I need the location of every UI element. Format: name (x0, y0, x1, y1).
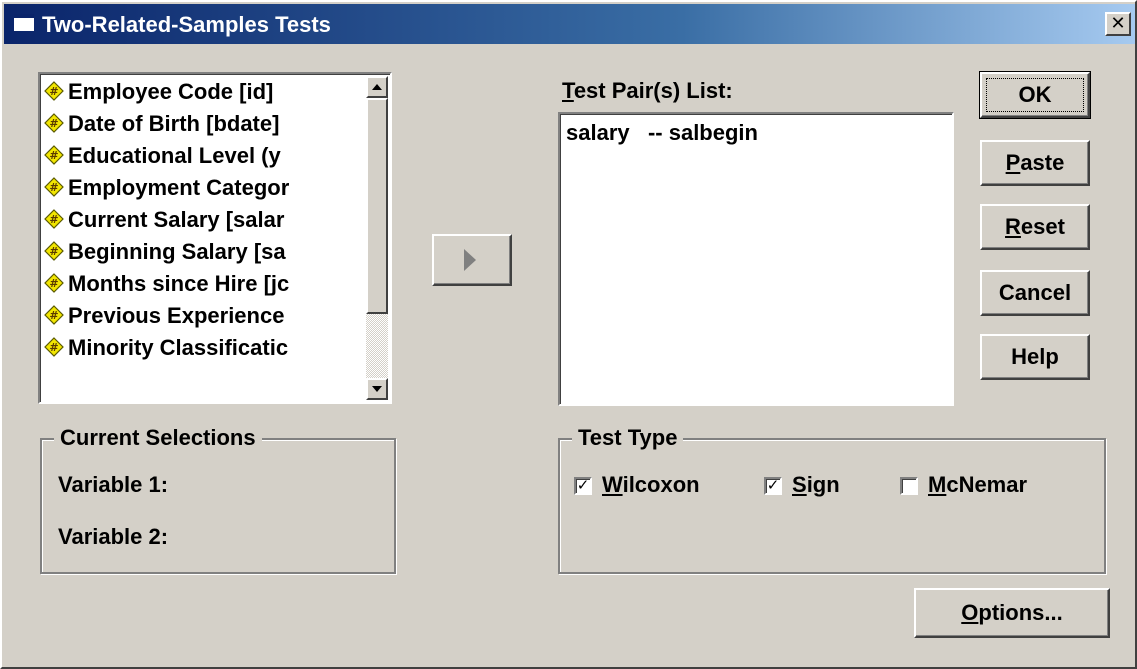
variable-label: Employee Code [id] (68, 79, 274, 104)
button-label: Cancel (998, 280, 1072, 305)
window-icon (14, 14, 34, 31)
current-selections-group: Current Selections Variable 1: Variable … (40, 424, 396, 574)
window-title: Two-Related-Samples Tests (42, 12, 331, 37)
group-title: Test Type (572, 424, 684, 452)
test-pairs-list[interactable]: salary -- salbegin (558, 112, 954, 406)
reset-button[interactable]: Reset (980, 204, 1090, 250)
mnemonic-letter: P (1005, 150, 1021, 175)
arrow-down-icon (372, 386, 382, 392)
label-text: ilcoxon (622, 472, 700, 497)
numeric-variable-icon: # (44, 81, 64, 102)
variable-label: Current Salary [salar (68, 207, 285, 232)
numeric-variable-icon: # (44, 177, 64, 198)
button-label: eset (1020, 214, 1065, 239)
variable1-label: Variable 1: (58, 472, 169, 497)
scroll-thumb[interactable] (366, 98, 388, 314)
paste-button[interactable]: Paste (980, 140, 1090, 186)
variable-label: Beginning Salary [sa (68, 239, 286, 264)
label-text: ign (806, 472, 840, 497)
button-label: aste (1020, 150, 1065, 175)
list-item[interactable]: salary -- salbegin (566, 120, 758, 146)
list-item[interactable]: # Date of Birth [bdate] (44, 108, 360, 140)
arrow-right-icon (464, 249, 476, 271)
variable-label: Months since Hire [jc (68, 271, 290, 296)
checkbox-box[interactable]: ✓ (574, 477, 592, 495)
numeric-variable-icon: # (44, 305, 64, 326)
list-item[interactable]: # Current Salary [salar (44, 204, 360, 236)
focus-rect (986, 78, 1084, 112)
variable-label: Educational Level (y (68, 143, 281, 168)
dialog-window: Two-Related-Samples Tests ✕ # Employee Co… (0, 0, 1137, 669)
svg-text:#: # (49, 181, 58, 194)
scroll-down-button[interactable] (366, 378, 388, 400)
checkbox-box[interactable]: ✓ (764, 477, 782, 495)
numeric-variable-icon: # (44, 209, 64, 230)
mnemonic-letter: T (562, 78, 574, 103)
variable-label: Date of Birth [bdate] (68, 111, 280, 136)
variable-label: Employment Categor (68, 175, 290, 200)
checkbox-label: McNemar (928, 472, 1027, 498)
button-label: Help (1011, 344, 1059, 369)
options-button[interactable]: Options... (914, 588, 1110, 638)
button-label: ptions... (978, 600, 1063, 625)
checkbox-box[interactable] (900, 477, 918, 495)
svg-text:#: # (49, 85, 58, 98)
svg-text:#: # (49, 117, 58, 130)
list-item[interactable]: # Previous Experience (44, 300, 360, 332)
numeric-variable-icon: # (44, 273, 64, 294)
mnemonic-letter: R (1005, 214, 1021, 239)
list-item[interactable]: # Employment Categor (44, 172, 360, 204)
mnemonic-letter: S (792, 472, 807, 497)
variable-label: Previous Experience (68, 303, 285, 328)
help-button[interactable]: Help (980, 334, 1090, 380)
list-item[interactable]: # Educational Level (y (44, 140, 360, 172)
list-item[interactable]: # Beginning Salary [sa (44, 236, 360, 268)
numeric-variable-icon: # (44, 145, 64, 166)
numeric-variable-icon: # (44, 241, 64, 262)
variable-list[interactable]: # Employee Code [id] # Date of Birth [bdat… (38, 72, 392, 404)
variable2-label: Variable 2: (58, 524, 169, 549)
mnemonic-letter: O (961, 600, 979, 625)
variable-label: Minority Classificatic (68, 335, 289, 360)
numeric-variable-icon: # (44, 337, 64, 358)
list-item[interactable]: # Employee Code [id] (44, 76, 360, 108)
svg-text:#: # (49, 277, 58, 290)
checkbox-label: Wilcoxon (602, 472, 700, 498)
test-type-group: Test Type ✓ Wilcoxon ✓ Sign McNemar (558, 424, 1106, 574)
mnemonic-letter: W (602, 472, 623, 497)
ok-button[interactable]: OK (979, 71, 1091, 119)
list-item[interactable]: # Minority Classificatic (44, 332, 360, 364)
mnemonic-letter: M (928, 472, 947, 497)
title-bar[interactable]: Two-Related-Samples Tests ✕ (4, 4, 1135, 44)
move-to-pairs-button[interactable] (432, 234, 512, 286)
vertical-scrollbar[interactable] (366, 76, 388, 400)
numeric-variable-icon: # (44, 113, 64, 134)
svg-text:#: # (49, 245, 58, 258)
checkbox-label: Sign (792, 472, 840, 498)
svg-text:#: # (49, 213, 58, 226)
arrow-up-icon (372, 84, 382, 90)
scroll-up-button[interactable] (366, 76, 388, 98)
close-button[interactable]: ✕ (1105, 12, 1131, 36)
svg-text:#: # (49, 149, 58, 162)
test-pairs-label: Test Pair(s) List: (562, 78, 733, 104)
label-text: est Pair(s) List: (573, 78, 733, 103)
list-item[interactable]: # Months since Hire [jc (44, 268, 360, 300)
svg-text:#: # (49, 309, 58, 322)
group-title: Current Selections (54, 424, 262, 452)
svg-text:#: # (49, 341, 58, 354)
cancel-button[interactable]: Cancel (980, 270, 1090, 316)
label-text: cNemar (946, 472, 1028, 497)
